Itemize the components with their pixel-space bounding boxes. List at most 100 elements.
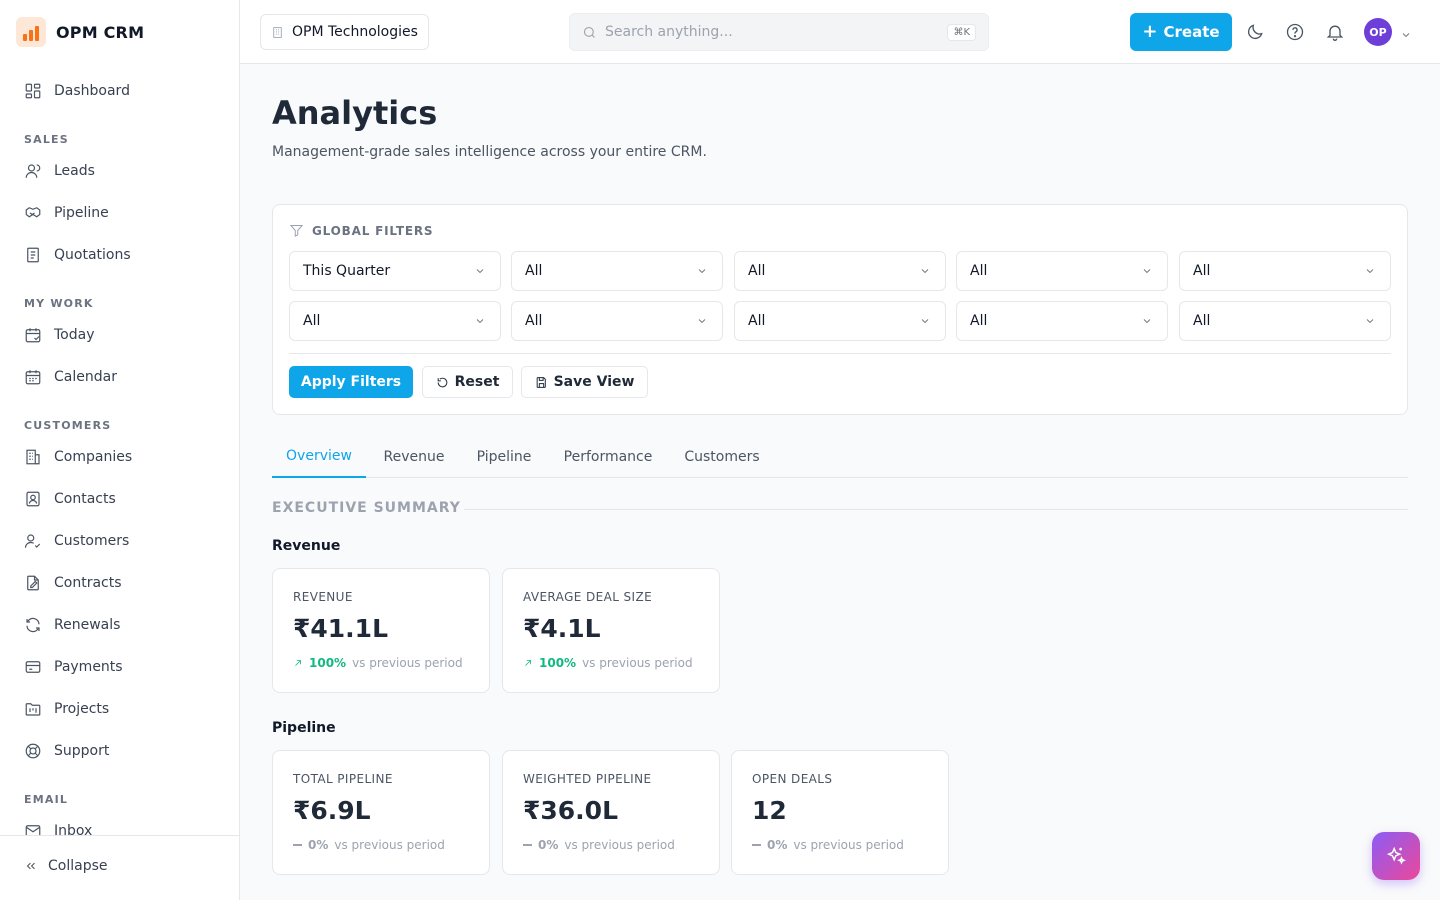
handshake-icon	[25, 207, 41, 218]
lifebuoy-icon	[25, 743, 41, 759]
chevron-down-icon[interactable]	[1400, 26, 1412, 38]
section-sales: SALES	[24, 133, 69, 146]
tab-overview[interactable]: Overview	[272, 436, 366, 478]
dash-icon	[523, 844, 532, 846]
sidebar-item-projects[interactable]: Projects	[8, 691, 230, 727]
sparkles-icon	[1386, 846, 1406, 865]
search-input[interactable]	[605, 24, 940, 40]
user-icon	[25, 164, 41, 178]
help-button[interactable]	[1285, 22, 1305, 42]
executive-summary-heading: EXECUTIVE SUMMARY	[272, 500, 461, 516]
divider	[464, 509, 1408, 510]
file-signature-icon	[27, 575, 39, 591]
bell-icon	[1326, 25, 1344, 41]
section-customers: CUSTOMERS	[24, 419, 112, 432]
create-button[interactable]: + Create	[1130, 13, 1232, 51]
sidebar-item-calendar[interactable]: Calendar	[8, 359, 230, 395]
tab-performance[interactable]: Performance	[556, 436, 660, 478]
group-label-revenue: Revenue	[272, 538, 341, 554]
sidebar-item-pipeline[interactable]: Pipeline	[8, 195, 230, 231]
collapse-button[interactable]: Collapse	[24, 858, 108, 874]
credit-card-icon	[25, 661, 41, 673]
chevron-down-icon	[1143, 319, 1151, 324]
save-view-button[interactable]: Save View	[521, 366, 648, 398]
page-title: Analytics	[272, 94, 438, 132]
shortcut-hint: ⌘K	[947, 23, 976, 41]
refresh-icon	[26, 617, 40, 633]
sidebar-item-label: Calendar	[54, 369, 117, 385]
org-switcher[interactable]: OPM Technologies	[260, 14, 429, 50]
app-name: OPM CRM	[56, 22, 145, 42]
filter-select[interactable]: All	[734, 301, 946, 341]
filter-select-period[interactable]: This Quarter	[289, 251, 501, 291]
sidebar-item-quotations[interactable]: Quotations	[8, 237, 230, 273]
filters-heading: GLOBAL FILTERS	[289, 223, 433, 238]
section-my-work: MY WORK	[24, 297, 94, 310]
arrow-up-right-icon	[295, 660, 301, 666]
filter-select[interactable]: All	[956, 251, 1168, 291]
filter-select[interactable]: All	[1179, 301, 1391, 341]
tab-revenue[interactable]: Revenue	[374, 436, 454, 478]
sidebar-item-inbox[interactable]: Inbox	[8, 813, 230, 836]
kpi-value: ₹41.1L	[293, 614, 389, 643]
moon-icon	[1247, 24, 1263, 40]
sidebar-item-customers[interactable]: Customers	[8, 523, 230, 559]
divider	[289, 353, 1391, 354]
sidebar-item-today[interactable]: Today	[8, 317, 230, 353]
folder-kanban-icon	[25, 703, 41, 716]
sidebar-item-dashboard[interactable]: Dashboard	[8, 73, 230, 109]
theme-toggle-button[interactable]	[1245, 22, 1265, 42]
sidebar-nav[interactable]: Dashboard SALES Leads Pipeline Quotation…	[0, 70, 239, 836]
brand[interactable]: OPM CRM	[16, 16, 144, 48]
notifications-button[interactable]	[1325, 22, 1345, 42]
sidebar-item-leads[interactable]: Leads	[8, 153, 230, 189]
ai-assistant-button[interactable]	[1372, 832, 1420, 880]
sidebar-item-label: Companies	[54, 449, 133, 465]
sidebar-item-label: Support	[54, 743, 110, 759]
chevron-down-icon	[698, 319, 706, 324]
plus-icon: +	[1142, 21, 1158, 42]
mail-icon	[25, 825, 41, 836]
filter-select[interactable]: All	[1179, 251, 1391, 291]
filter-select[interactable]: All	[956, 301, 1168, 341]
search-bar[interactable]: ⌘K	[569, 13, 989, 51]
kpi-delta: 0% vs previous period	[293, 838, 445, 852]
dash-icon	[293, 844, 302, 846]
sidebar-item-label: Customers	[54, 533, 130, 549]
sidebar-item-contracts[interactable]: Contracts	[8, 565, 230, 601]
analytics-tabs: Overview Revenue Pipeline Performance Cu…	[272, 436, 1408, 478]
kpi-card-average-deal-size: AVERAGE DEAL SIZE ₹4.1L 100% vs previous…	[502, 568, 720, 693]
chevron-down-icon	[476, 319, 484, 324]
sidebar-item-label: Contacts	[54, 491, 116, 507]
filter-select[interactable]: All	[734, 251, 946, 291]
sidebar-item-contacts[interactable]: Contacts	[8, 481, 230, 517]
chevrons-left-icon	[26, 862, 35, 870]
dash-icon	[752, 844, 761, 846]
avatar[interactable]: OP	[1364, 18, 1392, 46]
filter-select[interactable]: All	[289, 301, 501, 341]
filter-select[interactable]: All	[511, 301, 723, 341]
top-header: OPM Technologies ⌘K + Create OP	[240, 0, 1440, 64]
help-circle-icon	[1286, 23, 1304, 41]
create-label: Create	[1163, 23, 1220, 41]
kpi-card-total-pipeline: TOTAL PIPELINE ₹6.9L 0% vs previous peri…	[272, 750, 490, 875]
sidebar-item-support[interactable]: Support	[8, 733, 230, 769]
search-icon	[583, 26, 595, 38]
org-name: OPM Technologies	[292, 24, 418, 40]
filter-select[interactable]: All	[511, 251, 723, 291]
reset-button[interactable]: Reset	[422, 366, 513, 398]
sidebar-item-companies[interactable]: Companies	[8, 439, 230, 475]
tab-pipeline[interactable]: Pipeline	[468, 436, 540, 478]
apply-filters-button[interactable]: Apply Filters	[289, 366, 413, 398]
kpi-value: ₹36.0L	[523, 796, 619, 825]
document-icon	[27, 247, 39, 263]
calendar-check-icon	[25, 328, 41, 343]
tab-customers[interactable]: Customers	[676, 436, 768, 478]
kpi-card-revenue: REVENUE ₹41.1L 100% vs previous period	[272, 568, 490, 693]
building-icon	[273, 26, 282, 38]
sidebar-item-payments[interactable]: Payments	[8, 649, 230, 685]
chevron-down-icon	[476, 269, 484, 274]
rotate-ccw-icon	[437, 377, 447, 387]
chevron-down-icon	[1366, 319, 1374, 324]
sidebar-item-renewals[interactable]: Renewals	[8, 607, 230, 643]
